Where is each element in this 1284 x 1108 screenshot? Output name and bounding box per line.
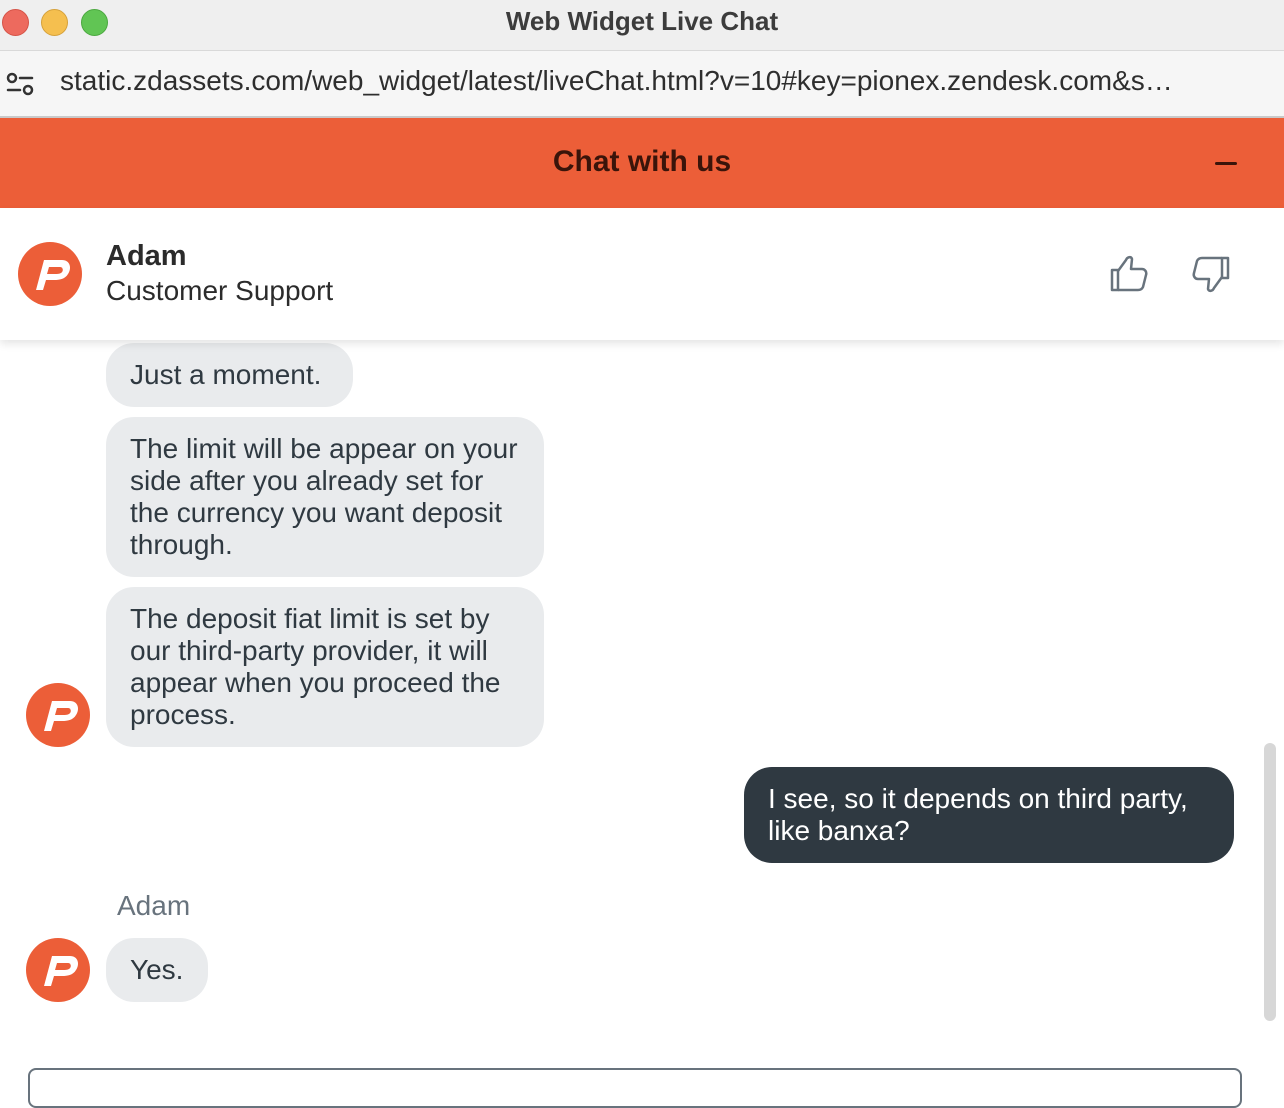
agent-avatar — [26, 938, 90, 1002]
minus-icon[interactable] — [1203, 149, 1247, 179]
thumbs-up-icon[interactable] — [1104, 250, 1152, 298]
message-input[interactable] — [28, 1068, 1242, 1108]
pionex-logo-icon — [44, 956, 78, 986]
window-title: Web Widget Live Chat — [505, 6, 779, 36]
agent-message-bubble: The deposit fiat limit is set by our thi… — [106, 587, 544, 747]
chat-header-title: Chat with us — [552, 145, 732, 178]
pionex-logo-icon — [44, 701, 78, 731]
agent-message-bubble: Yes. — [106, 938, 208, 1002]
pionex-logo-icon — [36, 260, 70, 290]
agent-name: Adam — [106, 240, 187, 272]
window-title-bar: Web Widget Live Chat — [0, 0, 1284, 51]
site-settings-icon[interactable] — [4, 68, 36, 100]
message-list-scrollbar[interactable] — [1264, 743, 1276, 1021]
agent-role: Customer Support — [106, 275, 334, 306]
user-message-bubble: I see, so it depends on third party, lik… — [744, 767, 1234, 863]
agent-avatar — [26, 683, 90, 747]
agent-message-bubble: The limit will be appear on your side af… — [106, 417, 544, 577]
sender-name-label: Adam — [117, 890, 191, 921]
url-text[interactable]: static.zdassets.com/web_widget/latest/li… — [60, 65, 1250, 97]
thumbs-down-icon[interactable] — [1188, 250, 1236, 298]
agent-message-bubble: Just a moment. — [106, 343, 353, 407]
agent-avatar — [18, 242, 82, 306]
agent-info-bar — [0, 208, 1284, 340]
